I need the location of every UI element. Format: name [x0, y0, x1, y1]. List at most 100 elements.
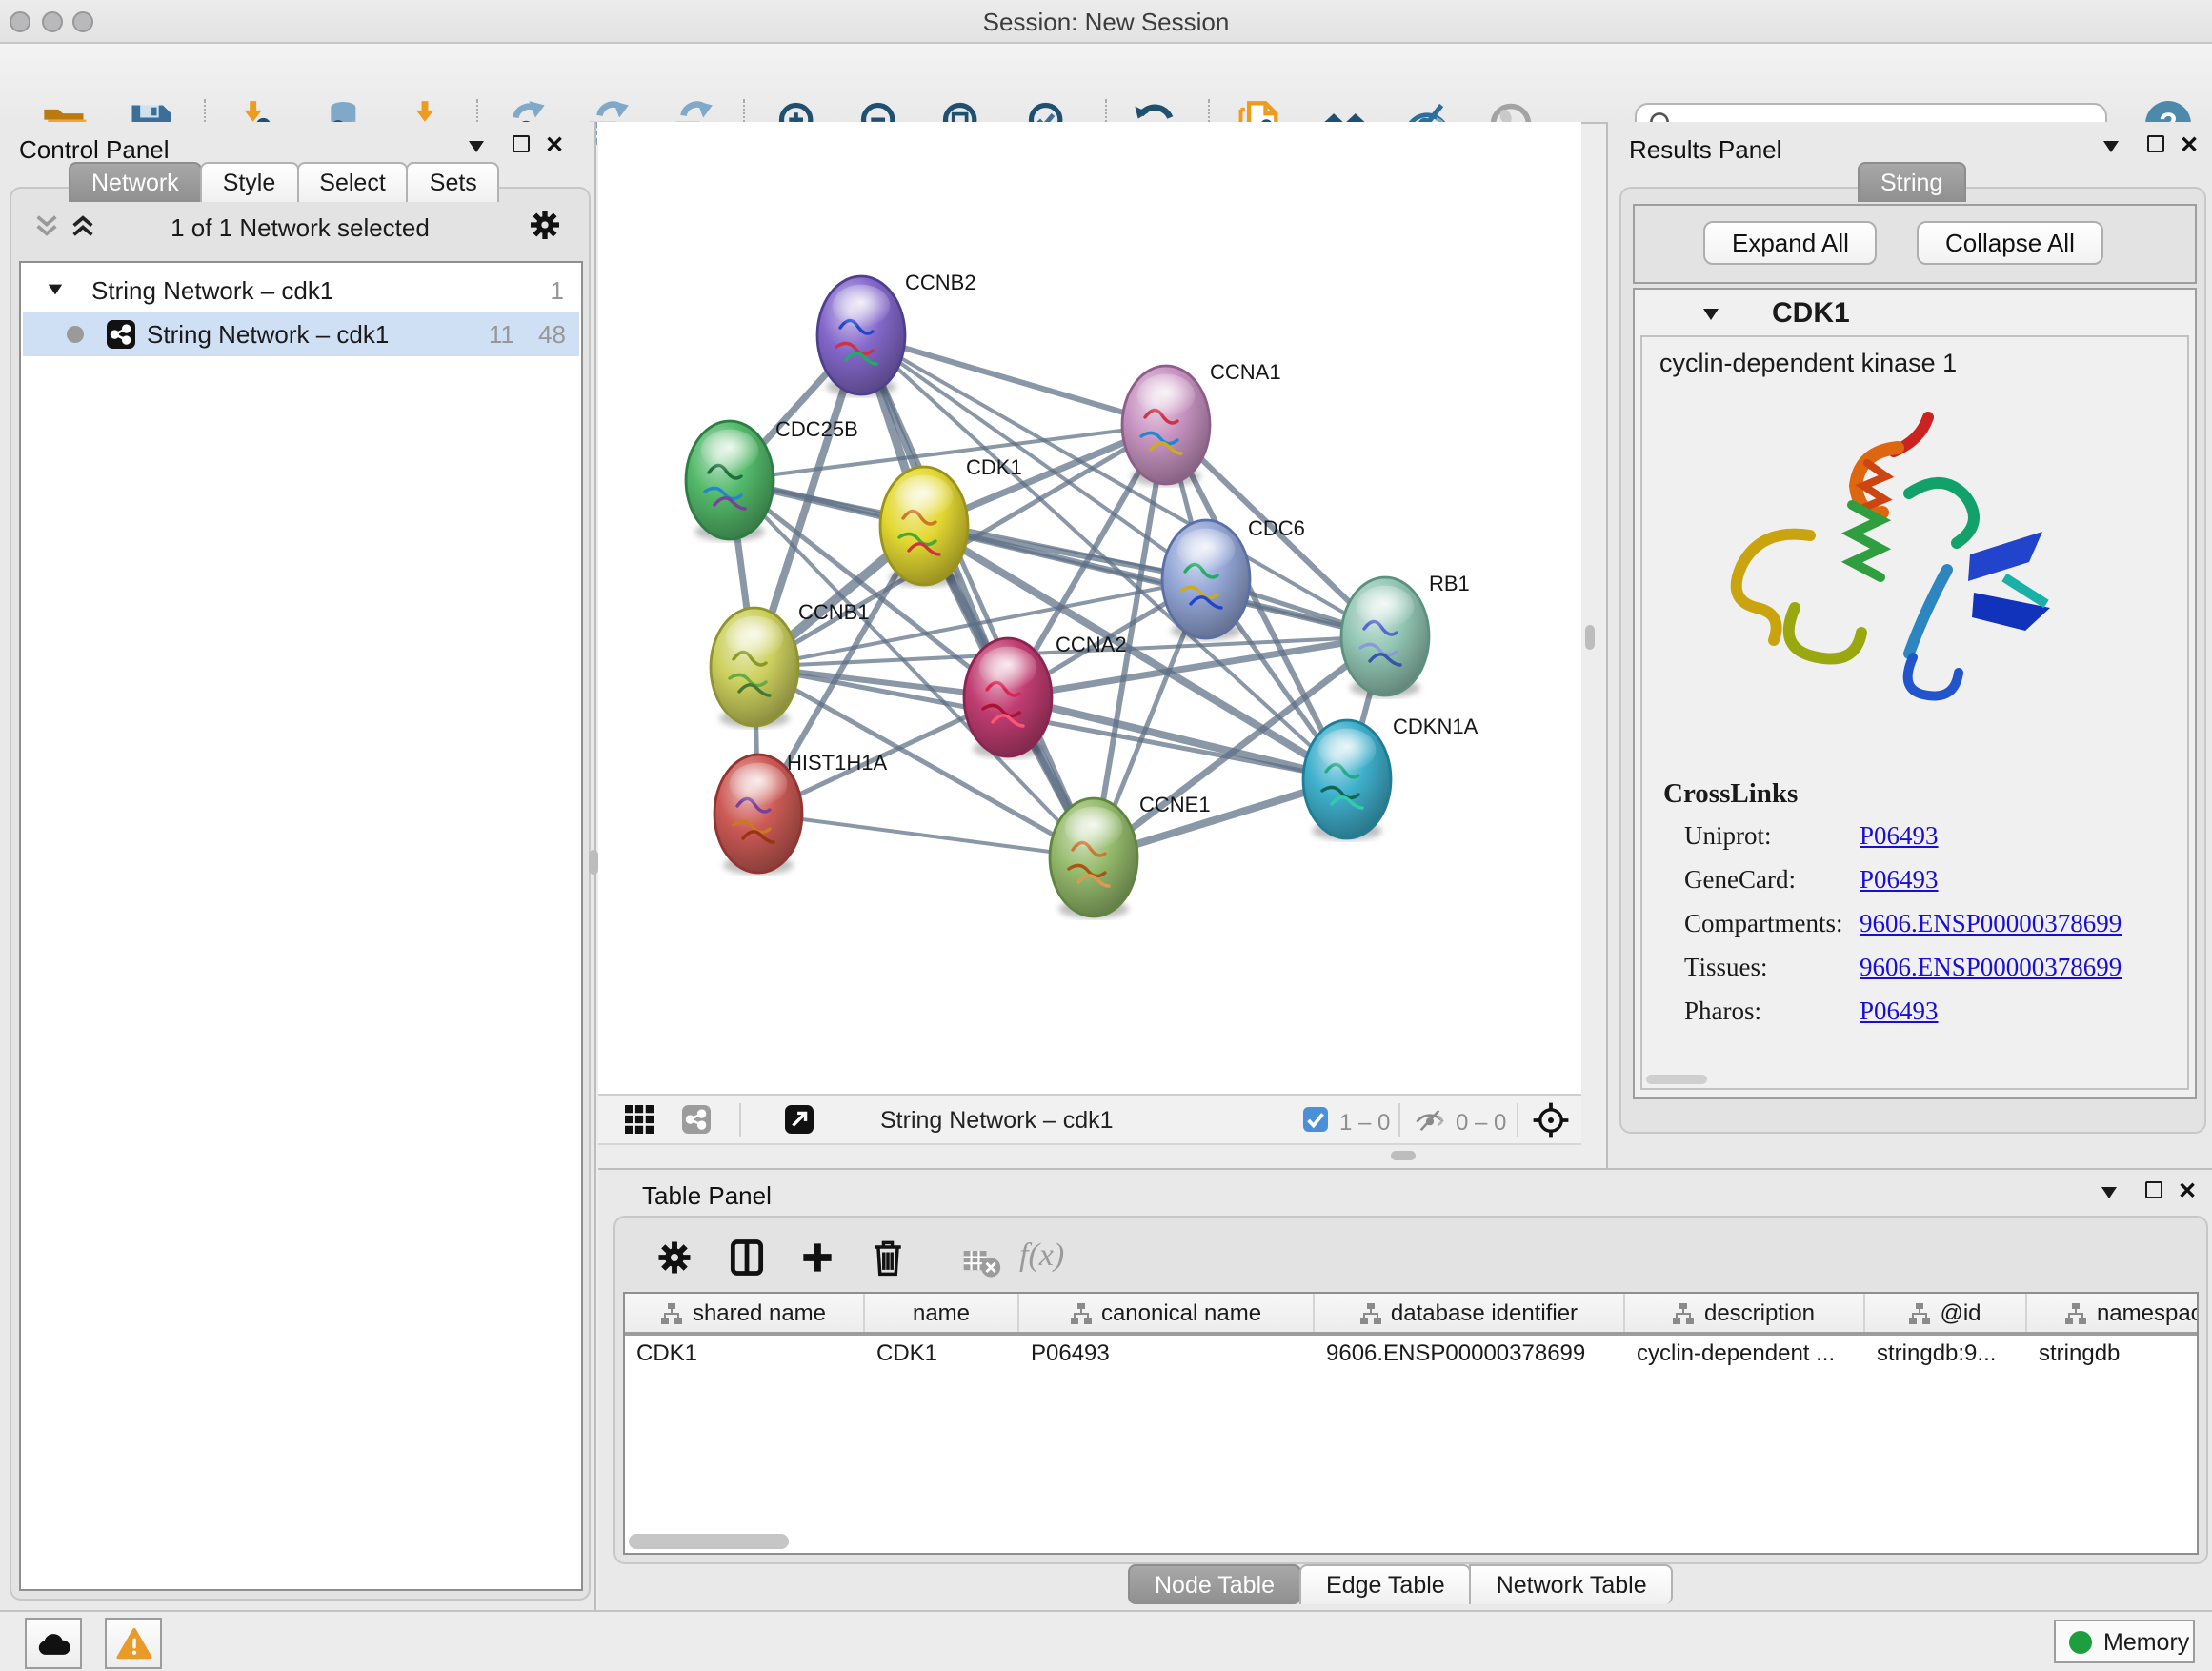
- float-panel-icon[interactable]: [2147, 135, 2164, 152]
- memory-status-dot: [2069, 1630, 2092, 1653]
- grid-view-icon[interactable]: [625, 1105, 654, 1143]
- table-cell[interactable]: cyclin-dependent ...: [1625, 1336, 1865, 1372]
- table-column-label: canonical name: [1101, 1299, 1261, 1326]
- selected-checkbox-icon[interactable]: [1303, 1107, 1328, 1141]
- network-node[interactable]: CCNB2: [817, 271, 976, 396]
- network-node-label: RB1: [1429, 572, 1470, 595]
- network-edge[interactable]: [758, 814, 1094, 857]
- table-column-header[interactable]: canonical name: [1019, 1294, 1315, 1332]
- crosslink-label: Tissues:: [1684, 953, 1768, 981]
- string-results-card: Expand All Collapse All CDK1 cyclin-depe…: [1619, 187, 2206, 1134]
- node-table: shared namename canonical name database id…: [623, 1292, 2199, 1555]
- birds-eye-crosshair-icon[interactable]: [1532, 1101, 1570, 1149]
- table-column-header[interactable]: name: [865, 1294, 1019, 1332]
- table-row[interactable]: CDK1CDK1P064939606.ENSP00000378699cyclin…: [625, 1336, 2197, 1372]
- detach-view-icon[interactable]: [785, 1105, 814, 1143]
- table-column-label: description: [1704, 1299, 1815, 1326]
- network-node-label: CCNA1: [1210, 360, 1281, 384]
- crosslinks-list: Uniprot: P06493 GeneCard: P06493 Compartment…: [1684, 821, 2176, 1040]
- delete-table-icon[interactable]: [960, 1240, 1002, 1282]
- table-cell[interactable]: 9606.ENSP00000378699: [1315, 1336, 1625, 1372]
- network-options-gear-icon[interactable]: [526, 206, 564, 253]
- table-column-header[interactable]: description: [1625, 1294, 1865, 1332]
- float-panel-icon[interactable]: [2145, 1181, 2162, 1198]
- table-cell[interactable]: CDK1: [625, 1336, 865, 1372]
- cloud-button[interactable]: [25, 1618, 82, 1669]
- table-cell[interactable]: P06493: [1019, 1336, 1315, 1372]
- column-tree-icon: [1909, 1302, 1930, 1323]
- collapse-panel-icon[interactable]: [469, 141, 484, 152]
- table-hscrollbar-thumb[interactable]: [629, 1534, 789, 1549]
- crosslink-label: Pharos:: [1684, 997, 1761, 1025]
- crosslinks-title: CrossLinks: [1663, 779, 1798, 812]
- table-cell[interactable]: stringdb:9...: [1865, 1336, 2027, 1372]
- close-panel-icon[interactable]: ✕: [2178, 1181, 2197, 1200]
- tab-edge-table[interactable]: Edge Table: [1299, 1564, 1472, 1604]
- crosslink-value-link[interactable]: 9606.ENSP00000378699: [1860, 909, 2122, 939]
- float-panel-icon[interactable]: [513, 135, 530, 152]
- protein-collapse-icon[interactable]: [1703, 309, 1719, 320]
- results-scrollbar-thumb[interactable]: [1646, 1075, 1707, 1084]
- delete-trash-icon[interactable]: [867, 1237, 909, 1278]
- memory-label: Memory: [2103, 1628, 2189, 1655]
- tab-network[interactable]: Network: [69, 162, 202, 202]
- collapse-all-button[interactable]: Collapse All: [1917, 221, 2103, 265]
- tab-style[interactable]: Style: [200, 162, 299, 202]
- table-column-header[interactable]: shared name: [625, 1294, 865, 1332]
- table-cell[interactable]: CDK1: [865, 1336, 1019, 1372]
- collapse-panel-icon[interactable]: [2101, 1187, 2117, 1198]
- memory-button[interactable]: Memory: [2054, 1620, 2195, 1663]
- network-node[interactable]: CDKN1A: [1303, 715, 1478, 840]
- crosslink-label: GeneCard:: [1684, 865, 1796, 894]
- table-header-row: shared namename canonical name database id…: [625, 1294, 2197, 1336]
- tab-select[interactable]: Select: [296, 162, 409, 202]
- bottom-splitter-handle[interactable]: [1391, 1151, 1416, 1160]
- expand-all-button[interactable]: Expand All: [1703, 221, 1878, 265]
- table-settings-gear-icon[interactable]: [654, 1237, 695, 1278]
- main-toolbar: ?: [0, 44, 2212, 124]
- crosslink-value-link[interactable]: 9606.ENSP00000378699: [1860, 953, 2122, 983]
- show-columns-icon[interactable]: [726, 1237, 768, 1278]
- tree-expand-icon[interactable]: [49, 285, 62, 295]
- network-node[interactable]: CCNA1: [1122, 360, 1281, 486]
- network-node[interactable]: HIST1H1A: [714, 751, 887, 875]
- table-column-label: database identifier: [1391, 1299, 1578, 1326]
- crosslink-value-link[interactable]: P06493: [1860, 997, 1939, 1027]
- network-tab-card: 1 of 1 Network selected String Network –…: [10, 187, 591, 1601]
- crosslink-value-link[interactable]: P06493: [1860, 821, 1939, 852]
- close-panel-icon[interactable]: ✕: [545, 135, 564, 154]
- add-row-plus-icon[interactable]: [796, 1237, 838, 1278]
- network-node[interactable]: CCNE1: [1050, 793, 1211, 918]
- network-view-toolbar: String Network – cdk1 1 – 0 0 – 0: [598, 1094, 1581, 1145]
- crosslink-label: Uniprot:: [1684, 821, 1772, 850]
- selection-info: 1 of 1 Network selected: [11, 213, 589, 242]
- network-edge[interactable]: [861, 335, 1166, 425]
- table-column-header[interactable]: database identifier: [1315, 1294, 1625, 1332]
- right-splitter-handle[interactable]: [1585, 625, 1595, 650]
- tab-sets[interactable]: Sets: [407, 162, 500, 202]
- table-column-header[interactable]: @id: [1865, 1294, 2027, 1332]
- network-row-label: String Network – cdk1: [147, 320, 389, 349]
- table-body: CDK1CDK1P064939606.ENSP00000378699cyclin…: [625, 1336, 2197, 1372]
- tab-node-table[interactable]: Node Table: [1128, 1564, 1301, 1604]
- close-panel-icon[interactable]: ✕: [2180, 135, 2199, 154]
- table-panel-title: Table Panel: [642, 1181, 772, 1210]
- hidden-eye-icon[interactable]: [1414, 1107, 1446, 1143]
- table-cell[interactable]: stringdb: [2027, 1336, 2199, 1372]
- tab-network-table[interactable]: Network Table: [1470, 1564, 1674, 1604]
- crosslink-label: Compartments:: [1684, 909, 1843, 937]
- network-node[interactable]: RB1: [1341, 572, 1470, 697]
- crosslink-value-link[interactable]: P06493: [1860, 865, 1939, 896]
- network-list-icon[interactable]: [682, 1105, 711, 1143]
- warning-button[interactable]: [105, 1618, 162, 1669]
- protein-description: cyclin-dependent kinase 1: [1659, 349, 1957, 377]
- network-edge[interactable]: [861, 335, 1094, 857]
- function-builder-icon[interactable]: f(x): [1019, 1237, 1064, 1275]
- network-canvas[interactable]: CCNB2CCNA1CDC25BCDK1CDC6RB1CCNB1CCNA2CDK…: [598, 122, 1581, 1094]
- network-collection-row[interactable]: String Network – cdk1 1: [23, 269, 579, 312]
- table-column-header[interactable]: namespace: [2027, 1294, 2199, 1332]
- collapse-panel-icon[interactable]: [2103, 141, 2119, 152]
- left-splitter-handle[interactable]: [589, 850, 598, 875]
- tab-string[interactable]: String: [1858, 162, 1965, 202]
- network-row-selected[interactable]: String Network – cdk1 11 48: [23, 312, 579, 356]
